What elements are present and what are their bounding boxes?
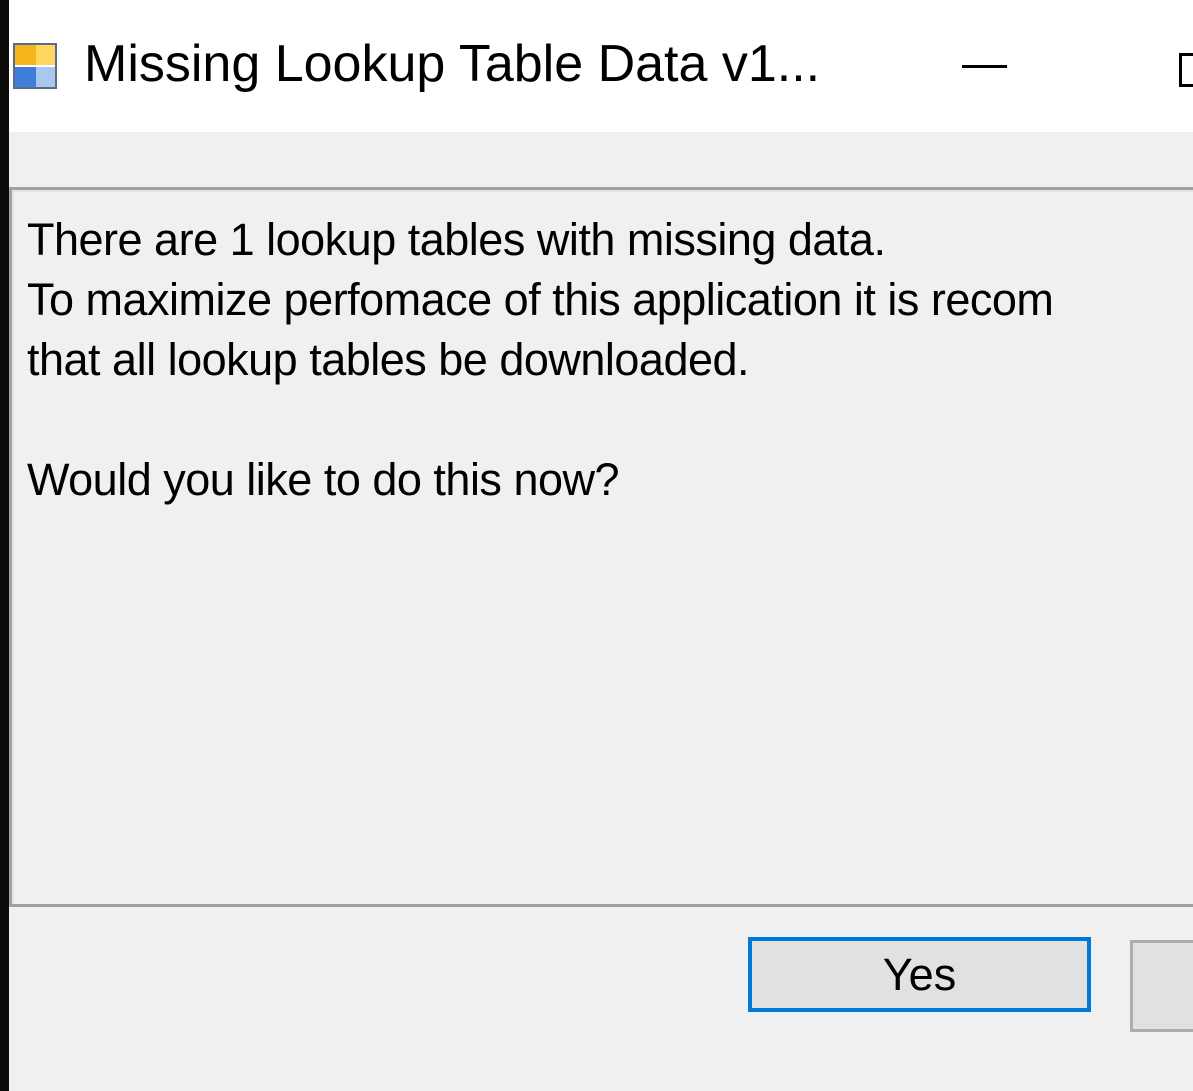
message-line: Would you like to do this now? (27, 454, 620, 505)
message-text: There are 1 lookup tables with missing d… (27, 210, 1054, 510)
yes-button[interactable]: Yes (748, 937, 1091, 1012)
no-button[interactable] (1130, 940, 1193, 1032)
message-line: There are 1 lookup tables with missing d… (27, 214, 886, 265)
window-title: Missing Lookup Table Data v1... (84, 35, 821, 93)
dialog-window: Missing Lookup Table Data v1... There ar… (0, 0, 1193, 1091)
window-left-edge (0, 0, 9, 1091)
maximize-icon (1179, 53, 1193, 87)
message-textbox[interactable]: There are 1 lookup tables with missing d… (9, 187, 1193, 907)
maximize-button[interactable] (1150, 20, 1193, 112)
title-bar[interactable]: Missing Lookup Table Data v1... (0, 0, 1193, 132)
message-line: that all lookup tables be downloaded. (27, 334, 750, 385)
message-line: To maximize perfomace of this applicatio… (27, 274, 1054, 325)
message-line (27, 390, 1053, 450)
minimize-icon (962, 65, 1007, 68)
minimize-button[interactable] (935, 20, 1035, 112)
